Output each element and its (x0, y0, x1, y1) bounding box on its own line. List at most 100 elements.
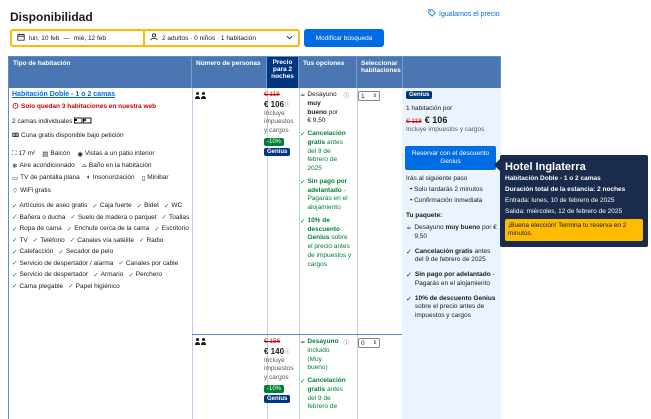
check-icon: ✓ (163, 202, 170, 210)
bullet-item: • Confirmación inmediata (410, 196, 483, 204)
reserve-button[interactable]: Reservar con el descuento Genius (405, 146, 496, 170)
calendar-icon (17, 33, 25, 43)
room-quantity-select[interactable]: 1 ⇕ (358, 91, 380, 101)
person-icon (201, 338, 206, 345)
row-divider (192, 334, 403, 335)
tv-icon: ▭ (12, 174, 19, 182)
tooltip-duration: Duración total de la estancia: 2 noches (505, 186, 626, 193)
question-icon[interactable]: ⓘ (343, 338, 349, 373)
check-icon: ✓ (118, 260, 124, 268)
discount-badge: -10% (264, 138, 285, 147)
check-icon: ✓ (92, 202, 98, 210)
amenity: ✓ Servicio de despertador / alarma (12, 259, 114, 268)
chevron-down-icon (286, 35, 293, 42)
pkg-genius: ✓ 10% de descuento Genius sobre el preci… (406, 294, 496, 320)
question-icon[interactable]: ⓘ (343, 91, 349, 126)
old-price: € 156 (264, 338, 281, 345)
check-icon: ✓ (154, 225, 160, 233)
genius-badge: Genius (264, 395, 291, 404)
offer2-price: € 156 € 140 ⓘ Incluye impuestos y cargos… (264, 338, 294, 404)
price-match-link[interactable]: Igualamos el precio (428, 9, 500, 19)
check-icon: ✓ (69, 237, 76, 245)
room-quantity-select[interactable]: 0 ⇕ (358, 338, 380, 348)
crib-info: Cuna gratis disponible bajo petición (12, 131, 192, 142)
amenity: ✓ Papel higiénico (68, 282, 120, 291)
updown-icon: ⇕ (372, 93, 377, 99)
alarm-icon (12, 102, 19, 111)
check-icon: ✓ (300, 131, 306, 139)
check-icon: ✓ (58, 248, 64, 256)
amenity: ✓ Bidet (136, 202, 159, 210)
facility-row: ▭ TV de pantalla plana ◐ Insonorización ▯ M… (12, 174, 192, 182)
offer1-options: ☕ Desayuno muy bueno por € 9,50 ⓘ ✓ Canc… (300, 91, 356, 270)
header-price: Precio para 2 noches (267, 57, 299, 88)
header-persons: Número de personas (192, 57, 267, 88)
facility-row: ⛶ 17 m² ▤ Balcón ◉ Vistas a un patio interi… (12, 150, 192, 158)
genius-badge: Genius (406, 91, 433, 99)
updown-icon: ⇕ (372, 340, 377, 346)
crib-text: Cuna gratis disponible bajo petición (21, 131, 124, 139)
facilities: ⛶ 17 m² ▤ Balcón ◉ Vistas a un patio interi… (12, 150, 192, 195)
amenities-list: ✓ Artículos de aseo gratis ✓ Caja fuerte ✓… (12, 202, 190, 291)
tag-icon (428, 9, 436, 19)
package-title: Tu paquete: (406, 212, 443, 220)
search-bar: lun, 10 feb — mié, 12 feb 2 adultos · 0 … (10, 29, 300, 47)
guests-summary: 2 adultos · 0 niños · 1 habitación (162, 34, 256, 42)
header-options: Tus opciones (299, 57, 357, 88)
rooms-for: 1 habitación por (406, 105, 453, 112)
check-icon: ✓ (12, 237, 18, 245)
check-icon: ✓ (300, 178, 306, 186)
coffee-icon: ☕ (300, 339, 306, 345)
date-picker[interactable]: lun, 10 feb — mié, 12 feb (12, 31, 145, 45)
taxes-note: Incluye impuestos y cargos (264, 110, 294, 134)
minibar-icon: ▯ (141, 174, 146, 182)
check-icon: ✓ (66, 225, 73, 233)
taxes-note: Incluye impuestos y cargos (406, 125, 485, 133)
checkout-date: mié, 12 feb (73, 34, 107, 42)
tooltip-checkin: Entrada: lunes, 10 de febrero de 2025 (505, 197, 615, 204)
amenity: ✓ Ropa de cama (12, 225, 62, 233)
summary-bottom: Irás al siguiente paso • Solo tardarás 2… (406, 175, 498, 321)
facility-view: ◉ Vistas a un patio interior (77, 150, 155, 158)
check-icon: ✓ (406, 272, 412, 280)
person-icon (195, 92, 200, 99)
scarcity-message: Solo quedan 3 habitaciones en nuestra we… (12, 102, 192, 111)
breakfast-option: ☕ Desayuno muy bueno por € 9,50 ⓘ (300, 91, 350, 126)
amenity: ✓ Servicio de despertador (12, 271, 89, 279)
info-icon[interactable]: ⓘ (285, 101, 290, 108)
scarcity-text: Solo quedan 3 habitaciones en nuestra we… (21, 103, 157, 110)
bed-icon (74, 117, 92, 128)
person-icon (195, 338, 200, 345)
current-price: € 140 (264, 347, 285, 356)
room-name-link[interactable]: Habitación Doble - 1 o 2 camas (12, 91, 192, 98)
offer1-price: € 118 € 106 ⓘ Incluye impuestos y cargos… (264, 91, 294, 157)
crib-icon (12, 131, 19, 142)
amenity: ✓ Suelo de madera o parquet (70, 213, 157, 222)
wifi-icon: ⌔ (12, 187, 19, 195)
amenity: ✓ Bañera o ducha (12, 213, 66, 222)
person-icon (201, 92, 206, 99)
check-icon: ✓ (300, 217, 306, 225)
room-info: Habitación Doble - 1 o 2 camas Solo qued… (12, 91, 192, 290)
header-room-type: Tipo de habitación (9, 57, 192, 88)
facility-balcony: ▤ Balcón (42, 150, 71, 158)
taxes-note: Incluye impuestos y cargos (264, 357, 294, 381)
guests-selector[interactable]: 2 adultos · 0 niños · 1 habitación (145, 31, 298, 45)
amenity: ✓ Radio (138, 236, 164, 245)
old-price: € 118 (264, 91, 280, 98)
modify-search-button[interactable]: Modificar búsqueda (304, 29, 384, 47)
facility-soundproof: ◐ Insonorización (86, 174, 135, 182)
amenity: ✓ Toallas (161, 213, 190, 222)
header-reserve (403, 57, 500, 88)
beds-info: 2 camas individuales (12, 117, 192, 128)
amenity: ✓ Canales vía satélite (69, 236, 134, 245)
amenity: ✓ Enchufe cerca de la cama (66, 225, 150, 233)
info-icon[interactable]: ⓘ (285, 348, 290, 355)
facility-ac: ❄ Aire acondicionado (12, 162, 75, 170)
facility-row: ❄ Aire acondicionado ⌓ Baño en la habitaci… (12, 162, 192, 170)
coffee-icon: ☕ (300, 92, 306, 98)
check-icon: ✓ (12, 260, 18, 268)
check-icon: ✓ (93, 271, 99, 279)
next-step: Irás al siguiente paso (406, 175, 468, 182)
occupancy-2-persons (195, 92, 207, 101)
